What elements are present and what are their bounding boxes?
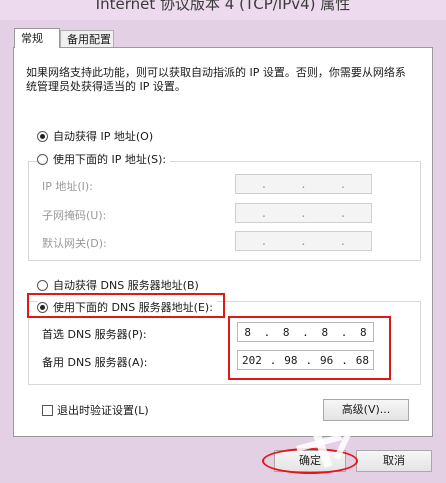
alternate-dns-label: 备用 DNS 服务器(A): [42,356,148,369]
ip-address-label: IP 地址(I): [42,180,93,193]
radio-auto-ip[interactable]: 自动获得 IP 地址(O) [37,128,153,144]
subnet-mask-input[interactable]: ... [235,203,372,223]
default-gateway-input[interactable]: ... [235,231,372,251]
radio-auto-dns[interactable]: 自动获得 DNS 服务器地址(B) [37,277,199,293]
window-titlebar: Internet 协议版本 4 (TCP/IPv4) 属性 [0,0,446,20]
validate-on-exit-box[interactable] [42,404,53,416]
highlight-ok-button [262,448,358,474]
validate-on-exit-checkbox[interactable]: 退出时验证设置(L) [42,402,149,418]
highlight-dns-fields [228,316,391,380]
window-title: Internet 协议版本 4 (TCP/IPv4) 属性 [95,0,351,13]
cancel-button[interactable]: 取消 [356,450,432,472]
radio-auto-dns-label: 自动获得 DNS 服务器地址(B) [53,279,199,292]
tab-general[interactable]: 常规 [14,28,60,48]
advanced-button[interactable]: 高级(V)... [323,399,409,421]
description-text: 如果网络支持此功能，则可以获取自动指派的 IP 设置。否则，你需要从网络系统管理… [26,66,406,93]
tab-alternate-config[interactable]: 备用配置 [60,30,114,48]
default-gateway-label: 默认网关(D): [42,237,107,250]
radio-manual-ip-indicator[interactable] [37,153,48,165]
radio-manual-ip-label: 使用下面的 IP 地址(S): [53,153,167,166]
highlight-manual-dns [27,293,225,318]
validate-on-exit-label: 退出时验证设置(L) [57,404,149,417]
preferred-dns-label: 首选 DNS 服务器(P): [42,328,147,341]
radio-manual-ip[interactable]: 使用下面的 IP 地址(S): [37,151,171,167]
radio-auto-dns-indicator[interactable] [37,279,48,291]
ip-address-input[interactable]: ... [235,174,372,194]
subnet-mask-label: 子网掩码(U): [42,209,107,222]
radio-auto-ip-indicator[interactable] [37,130,48,142]
radio-auto-ip-label: 自动获得 IP 地址(O) [53,130,154,143]
